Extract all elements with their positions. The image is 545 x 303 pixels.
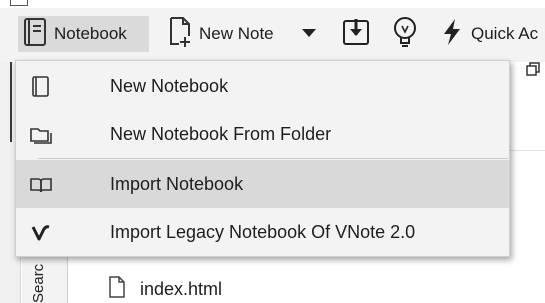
chevron-down-icon <box>301 25 317 43</box>
rail-accent <box>10 62 12 142</box>
lightning-icon <box>441 18 463 51</box>
file-icon <box>108 276 126 303</box>
file-list-item[interactable]: index.html <box>108 276 222 303</box>
menu-item-import-legacy-notebook[interactable]: Import Legacy Notebook Of VNote 2.0 <box>16 208 509 256</box>
vnote-logo-icon <box>30 222 52 244</box>
open-book-icon <box>30 174 52 196</box>
folder-icon <box>30 124 52 146</box>
search-tab-label: Searc <box>30 263 47 303</box>
menu-item-new-notebook-from-folder[interactable]: New Notebook From Folder <box>16 110 509 158</box>
new-note-button-label: New Note <box>199 24 274 43</box>
notebook-icon <box>22 17 48 52</box>
window-icon <box>10 0 28 6</box>
new-note-button[interactable]: New Note <box>167 16 274 52</box>
new-note-icon <box>167 16 193 53</box>
notebook-icon <box>30 76 52 98</box>
restore-window-icon[interactable] <box>526 62 540 76</box>
import-button[interactable] <box>338 16 374 52</box>
notebook-button[interactable]: Notebook <box>18 16 149 52</box>
menu-item-label: Import Legacy Notebook Of VNote 2.0 <box>110 221 416 242</box>
menu-item-label: New Notebook From Folder <box>110 123 332 144</box>
lightbulb-icon <box>391 16 419 53</box>
quick-access-label: Quick Ac <box>471 24 539 43</box>
file-name: index.html <box>140 279 223 299</box>
notebook-button-label: Notebook <box>54 24 127 43</box>
menu-separator <box>38 158 508 159</box>
window-title-strip <box>0 0 545 8</box>
new-note-dropdown-button[interactable] <box>291 16 327 52</box>
import-icon <box>341 17 371 52</box>
notebook-menu: New Notebook New Notebook From Folder Im… <box>15 60 510 257</box>
menu-item-new-notebook[interactable]: New Notebook <box>16 62 509 110</box>
menu-item-label: Import Notebook <box>110 173 244 194</box>
tips-button[interactable] <box>387 16 423 52</box>
menu-item-import-notebook[interactable]: Import Notebook <box>16 160 509 208</box>
menu-item-label: New Notebook <box>110 75 229 96</box>
quick-access-button[interactable]: Quick Ac <box>441 16 538 52</box>
